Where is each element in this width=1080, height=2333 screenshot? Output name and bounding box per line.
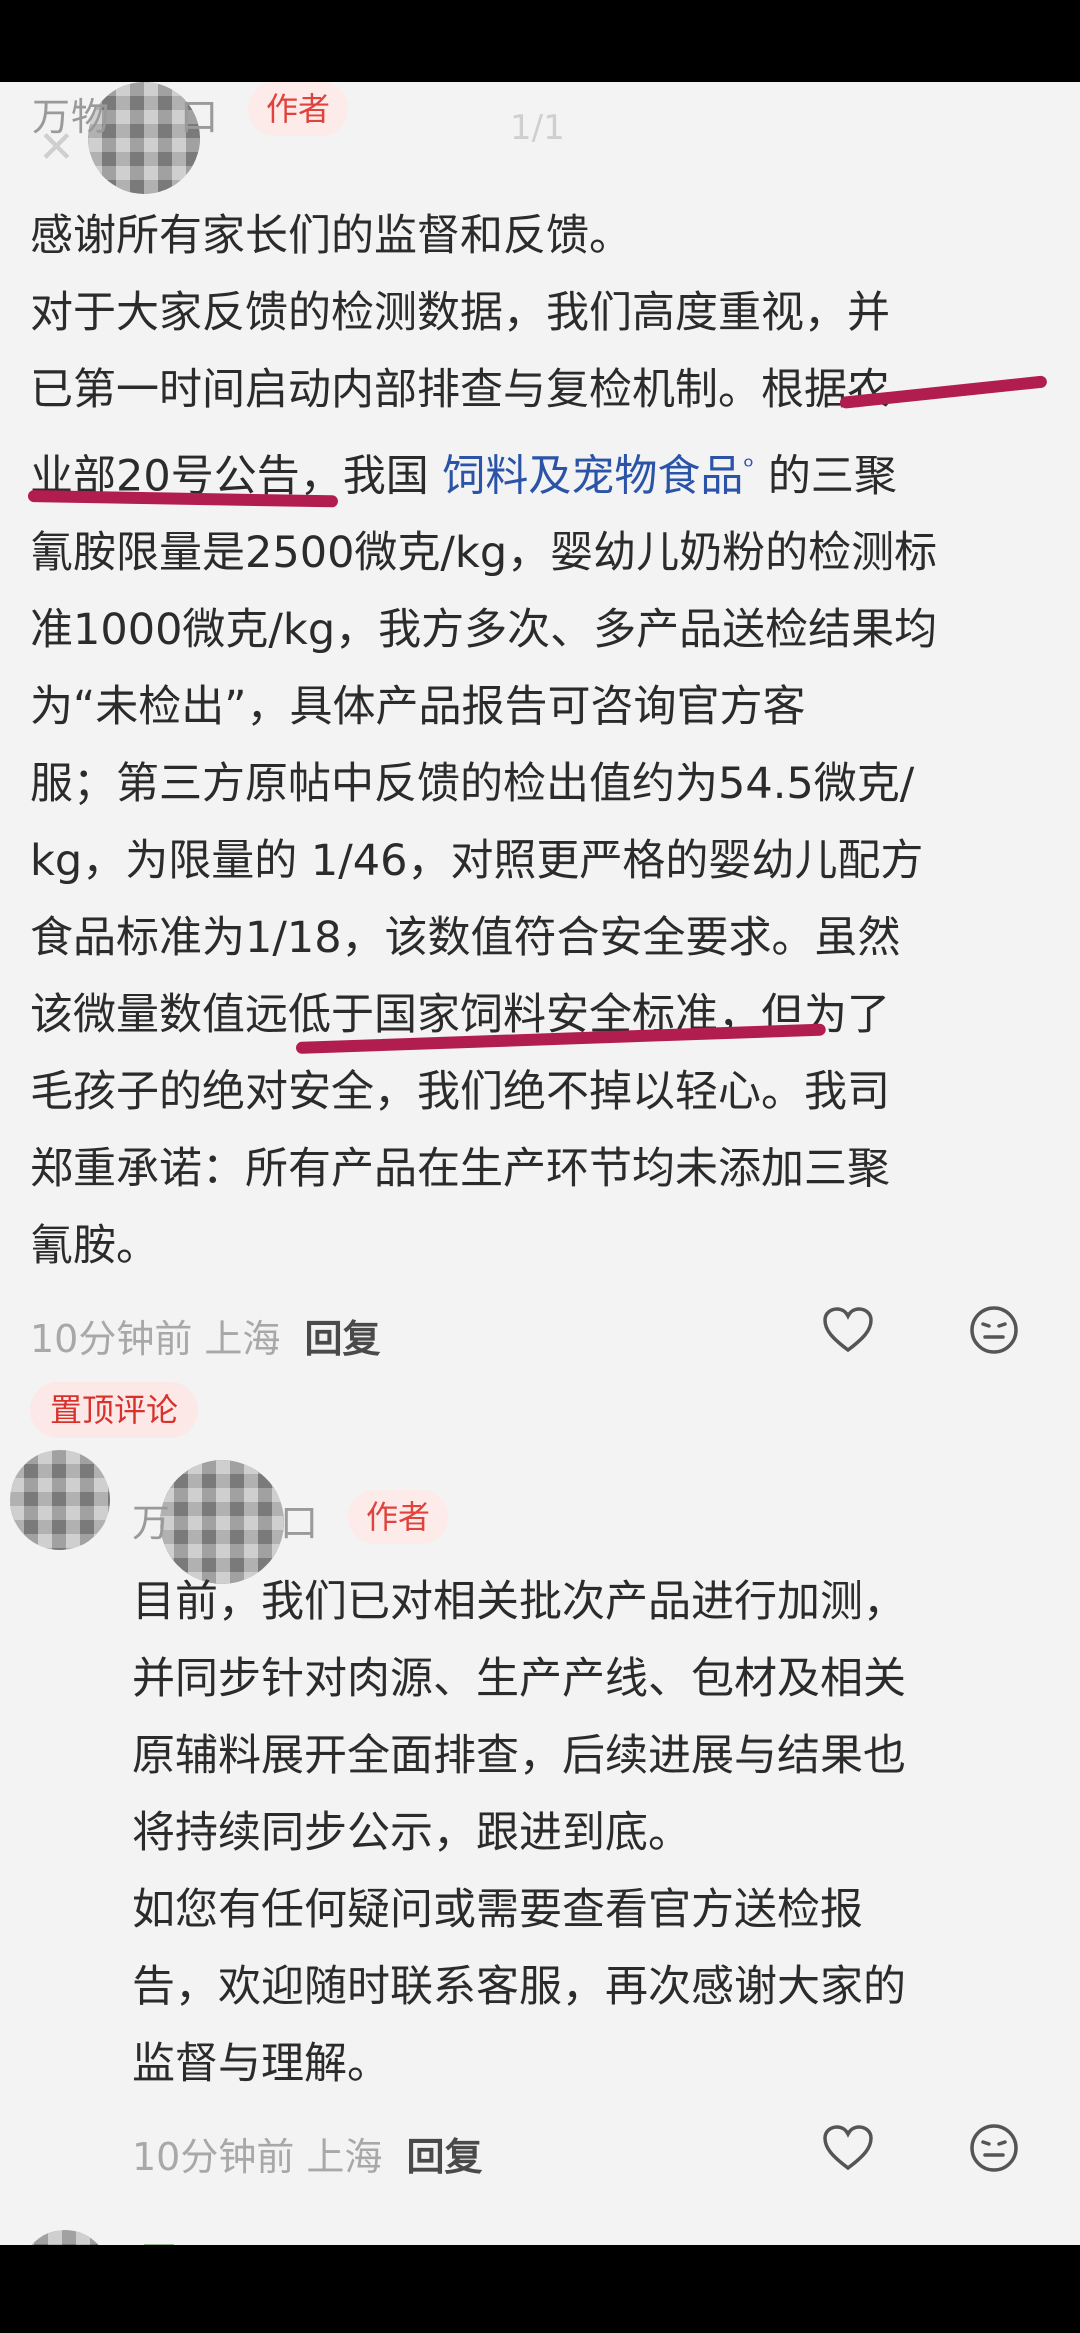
avatar[interactable] xyxy=(20,2230,110,2245)
author-name[interactable]: 万物 xyxy=(32,86,110,141)
comment-meta: 10分钟前 上海 回复 xyxy=(132,2126,482,2181)
comment-line: 食品标准为1/18，该数值符合安全要求。虽然 xyxy=(30,913,901,964)
comment-page: ✕ 1/1 万物 口 作者 感谢所有家长们的监督和反馈。 对于大家反馈的检测数据… xyxy=(0,82,1080,2245)
comment-line: 监督与理解。 xyxy=(132,2039,390,2089)
comment-text: 的三聚 xyxy=(754,451,897,502)
status-bar xyxy=(0,0,1080,82)
comment-line: 氰胺。 xyxy=(30,1221,159,1272)
comment-line: 准1000微克/kg，我方多次、多产品送检结果均 xyxy=(30,605,938,656)
comment-body: 感谢所有家长们的监督和反馈。 对于大家反馈的检测数据，我们高度重视，并 已第一时… xyxy=(30,198,937,1285)
comment-line: 氰胺限量是2500微克/kg，婴幼儿奶粉的检测标 xyxy=(30,528,938,579)
reply-button[interactable]: 回复 xyxy=(406,2135,482,2179)
comment-line: 毛孩子的绝对安全，我们绝不掉以轻心。我司 xyxy=(30,1067,890,1118)
avatar[interactable] xyxy=(10,1450,110,1550)
author-tag: 作者 xyxy=(248,82,349,136)
image-counter: 1/1 xyxy=(510,108,565,148)
author-name-suffix[interactable]: 口 xyxy=(280,1492,319,1547)
product-link[interactable]: 饲料及宠物食品 xyxy=(442,451,743,501)
comment-line: 服；第三方原帖中反馈的检出值约为54.5微克/ xyxy=(30,759,915,810)
emoji-icon[interactable] xyxy=(968,2122,1020,2174)
comment-line: 告，欢迎随时联系客服，再次感谢大家的 xyxy=(132,1962,906,2012)
reply-button[interactable]: 回复 xyxy=(304,1317,380,1361)
comment-line: kg，为限量的 1/46，对照更严格的婴幼儿配方 xyxy=(30,836,924,887)
comment-meta: 10分钟前 上海 回复 xyxy=(30,1308,380,1363)
comment-line: 感谢所有家长们的监督和反馈。 xyxy=(30,211,632,261)
comment-line: 将持续同步公示，跟进到底。 xyxy=(132,1808,691,1858)
comment-time: 10分钟前 上海 xyxy=(30,1317,281,1361)
author-name[interactable]: 王 xyxy=(140,2230,179,2245)
emoji-icon[interactable] xyxy=(968,1304,1020,1356)
heart-icon[interactable] xyxy=(822,2124,874,2172)
comment-line: 并同步针对肉源、生产产线、包材及相关 xyxy=(132,1654,906,1704)
comment-line: 目前，我们已对相关批次产品进行加测， xyxy=(132,1577,906,1627)
comment-line: 为“未检出”，具体产品报告可咨询官方客 xyxy=(30,682,806,733)
author-tag: 作者 xyxy=(348,1490,449,1544)
comment-line: 郑重承诺：所有产品在生产环节均未添加三聚 xyxy=(30,1144,890,1195)
comment-line: 如您有任何疑问或需要查看官方送检报 xyxy=(132,1885,863,1935)
comment-body: 目前，我们已对相关批次产品进行加测， 并同步针对肉源、生产产线、包材及相关 原辅… xyxy=(132,1564,906,2103)
heart-icon[interactable] xyxy=(822,1306,874,1354)
author-name-suffix[interactable]: 口 xyxy=(180,86,219,141)
comment-line: 原辅料展开全面排查，后续进展与结果也 xyxy=(132,1731,906,1781)
link-search-icon: ᵒ xyxy=(743,452,755,482)
comment-line: 已第一时间启动内部排查与复检机制。根据农 xyxy=(30,365,890,415)
author-name[interactable]: 万 xyxy=(132,1492,171,1547)
comment-time: 10分钟前 上海 xyxy=(132,2135,383,2179)
navigation-bar xyxy=(0,2245,1080,2333)
comment-line: 对于大家反馈的检测数据，我们高度重视，并 xyxy=(30,288,890,338)
pinned-comment-badge: 置顶评论 xyxy=(30,1382,199,1438)
